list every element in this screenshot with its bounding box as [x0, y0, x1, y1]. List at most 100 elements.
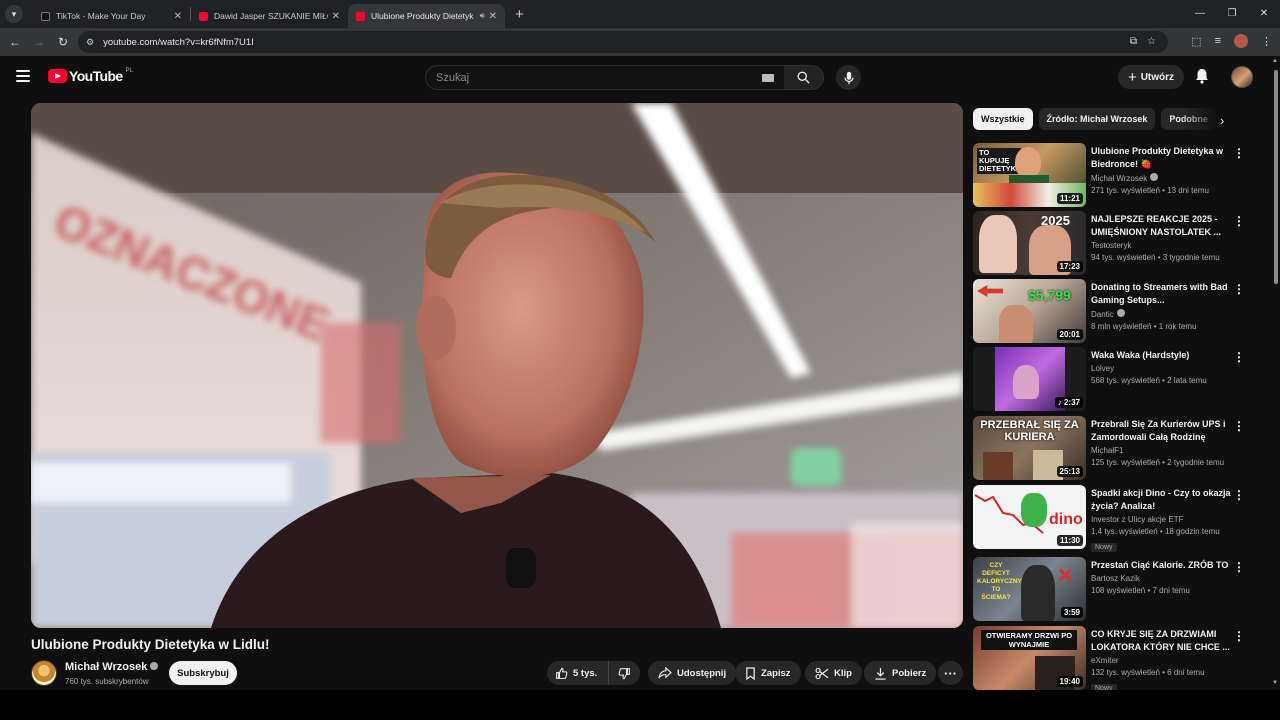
minimize-icon[interactable]: —: [1184, 0, 1216, 28]
more-options-icon[interactable]: ⋮: [1233, 146, 1245, 160]
more-options-icon[interactable]: ⋮: [1233, 488, 1245, 502]
video-thumbnail[interactable]: ♪ 2:37: [973, 347, 1086, 411]
video-player[interactable]: OZNACZONE: [31, 103, 963, 628]
recommendation-item[interactable]: CZY DEFICYT KALORYCZNY TO ŚCIEMA? ✕ 3:59…: [973, 557, 1245, 621]
search-input[interactable]: [436, 71, 746, 84]
plus-icon: +: [1127, 68, 1137, 86]
chip-all[interactable]: Wszystkie: [973, 108, 1033, 130]
keyboard-icon[interactable]: [762, 74, 774, 82]
close-tab-icon[interactable]: ✕: [489, 11, 497, 22]
share-label: Udostępnij: [677, 667, 727, 679]
recommendation-title[interactable]: Przestań Ciąć Kalorie. ZRÓB TO: [1091, 559, 1231, 572]
maximize-icon[interactable]: ❐: [1216, 0, 1248, 28]
recommendation-channel[interactable]: MichałF1: [1091, 446, 1231, 455]
thumbnail-person: [983, 452, 1013, 480]
more-options-icon[interactable]: ⋮: [1233, 282, 1245, 296]
install-app-icon[interactable]: ⧉: [1130, 36, 1137, 47]
search-button[interactable]: [784, 65, 824, 90]
close-window-icon[interactable]: ✕: [1248, 0, 1280, 28]
more-actions-button[interactable]: ···: [938, 661, 963, 685]
video-thumbnail[interactable]: CZY DEFICYT KALORYCZNY TO ŚCIEMA? ✕ 3:59: [973, 557, 1086, 621]
download-button[interactable]: Pobierz: [864, 661, 937, 685]
more-options-icon[interactable]: ⋮: [1233, 350, 1245, 364]
more-options-icon[interactable]: ⋮: [1233, 629, 1245, 643]
clip-button[interactable]: Klip: [805, 661, 862, 685]
chevron-right-icon[interactable]: ›: [1220, 113, 1224, 128]
youtube-header: YouTube PL + Utwórz: [0, 56, 1272, 100]
channel-name[interactable]: Michał Wrzosek: [65, 661, 159, 673]
more-options-icon[interactable]: ⋮: [1233, 419, 1245, 433]
video-thumbnail[interactable]: dino 11:30: [973, 485, 1086, 549]
extensions-icon[interactable]: ⬚: [1191, 35, 1201, 48]
recommendation-meta: 8 mln wyświetleń • 1 rok temu: [1091, 322, 1197, 331]
recommendation-item[interactable]: dino 11:30 Spadki akcji Dino - Czy to ok…: [973, 485, 1245, 552]
speaker-icon[interactable]: 🔊︎: [480, 11, 485, 21]
youtube-logo[interactable]: YouTube PL: [48, 68, 133, 84]
scroll-up-arrow-icon[interactable]: ▲: [1272, 58, 1278, 64]
chip-from-channel[interactable]: Źródło: Michał Wrzosek: [1038, 108, 1156, 130]
profile-icon[interactable]: [1234, 34, 1248, 48]
recommendation-channel[interactable]: Dantic: [1091, 309, 1231, 319]
thumbnail-caption: OTWIERAMY DRZWI PO WYNAJMIE: [981, 630, 1077, 650]
recommendation-item[interactable]: $5,799 20:01 Donating to Streamers with …: [973, 279, 1245, 343]
new-tab-button[interactable]: +: [515, 6, 524, 23]
recommendation-channel[interactable]: Investor z Ulicy akcje ETF: [1091, 515, 1231, 524]
bookmark-star-icon[interactable]: ☆: [1147, 36, 1156, 47]
recommendation-title[interactable]: Ulubione Produkty Dietetyka w Biedronce!…: [1091, 145, 1231, 171]
voice-search-button[interactable]: [836, 65, 861, 90]
recommendation-title[interactable]: NAJLEPSZE REAKCJE 2025 - UMIĘŚNIONY NAST…: [1091, 213, 1231, 239]
recommendation-item[interactable]: OTWIERAMY DRZWI PO WYNAJMIE 19:40 CO KRY…: [973, 626, 1245, 693]
more-options-icon[interactable]: ⋮: [1233, 214, 1245, 228]
recommendation-title[interactable]: Spadki akcji Dino - Czy to okazja życia?…: [1091, 487, 1231, 513]
save-button[interactable]: Zapisz: [735, 661, 801, 685]
recommendation-item[interactable]: 2025 17:23 NAJLEPSZE REAKCJE 2025 - UMIĘ…: [973, 211, 1245, 275]
recommendation-title[interactable]: Waka Waka (Hardstyle): [1091, 349, 1231, 362]
hamburger-menu-icon[interactable]: [16, 70, 30, 82]
reading-list-icon[interactable]: ≡: [1215, 35, 1221, 47]
recommendation-title[interactable]: Przebrali Się Za Kurierów UPS i Zamordow…: [1091, 418, 1231, 444]
account-avatar[interactable]: [1231, 66, 1253, 88]
like-button[interactable]: 5 tys.: [547, 661, 609, 685]
browser-menu-icon[interactable]: ⋮: [1261, 35, 1272, 48]
video-thumbnail[interactable]: OTWIERAMY DRZWI PO WYNAJMIE 19:40: [973, 626, 1086, 690]
reload-icon[interactable]: ↻: [51, 35, 75, 49]
dislike-button[interactable]: [609, 667, 640, 680]
video-thumbnail[interactable]: $5,799 20:01: [973, 279, 1086, 343]
create-button[interactable]: + Utwórz: [1118, 65, 1184, 89]
recommendation-channel[interactable]: Loivey: [1091, 364, 1231, 373]
scrollbar-thumb[interactable]: [1274, 70, 1278, 284]
scroll-down-arrow-icon[interactable]: ▼: [1272, 680, 1278, 686]
share-button[interactable]: Udostępnij: [648, 661, 737, 685]
address-bar[interactable]: ⚙ youtube.com/watch?v=kr6fNfm7U1I ⧉ ☆: [78, 31, 1168, 53]
more-options-icon[interactable]: ⋮: [1233, 560, 1245, 574]
browser-tab-tiktok[interactable]: TikTok - Make Your Day ✕: [33, 4, 190, 28]
close-tab-icon[interactable]: ✕: [174, 11, 182, 22]
recommendation-item[interactable]: PRZEBRAŁ SIĘ ZA KURIERA 25:13 Przebrali …: [973, 416, 1245, 480]
forward-icon[interactable]: →: [27, 35, 51, 49]
duration-badge: 3:59: [1060, 607, 1083, 618]
recommendation-channel[interactable]: Bartosz Kazik: [1091, 574, 1231, 583]
recommendation-channel[interactable]: Michał Wrzosek: [1091, 173, 1231, 183]
video-thumbnail[interactable]: 2025 17:23: [973, 211, 1086, 275]
duration-badge: 20:01: [1056, 329, 1083, 340]
close-tab-icon[interactable]: ✕: [332, 11, 340, 22]
like-dislike-group: 5 tys.: [547, 661, 640, 685]
duration-badge: 25:13: [1056, 466, 1083, 477]
channel-avatar[interactable]: [31, 660, 57, 686]
notifications-bell-icon[interactable]: [1195, 68, 1209, 89]
recommendation-title[interactable]: Donating to Streamers with Bad Gaming Se…: [1091, 281, 1231, 307]
recommendation-item[interactable]: ♪ 2:37 Waka Waka (Hardstyle) Loivey 568 …: [973, 347, 1245, 411]
recommendation-channel[interactable]: eXmiter: [1091, 656, 1231, 665]
subscribe-button[interactable]: Subskrybuj: [169, 661, 237, 685]
recommendation-title[interactable]: CO KRYJE SIĘ ZA DRZWIAMI LOKATORA KTÓRY …: [1091, 628, 1231, 654]
video-thumbnail[interactable]: PRZEBRAŁ SIĘ ZA KURIERA 25:13: [973, 416, 1086, 480]
site-info-icon[interactable]: ⚙: [86, 37, 94, 48]
tab-search-icon[interactable]: ▾: [5, 5, 23, 23]
recommendation-meta: 108 wyświetleń • 7 dni temu: [1091, 586, 1190, 595]
recommendation-item[interactable]: TO KUPUJĘ DIETETYK! 11:21 Ulubione Produ…: [973, 143, 1245, 207]
video-thumbnail[interactable]: TO KUPUJĘ DIETETYK! 11:21: [973, 143, 1086, 207]
browser-tab-active[interactable]: Ulubione Produkty Dietetyk 🔊︎ ✕: [348, 4, 505, 28]
recommendation-channel[interactable]: Testosteryk: [1091, 241, 1231, 250]
back-icon[interactable]: ←: [3, 35, 27, 49]
browser-tab-dawid[interactable]: Dawid Jasper SZUKANIE MIŁOŚ ✕: [191, 4, 348, 28]
